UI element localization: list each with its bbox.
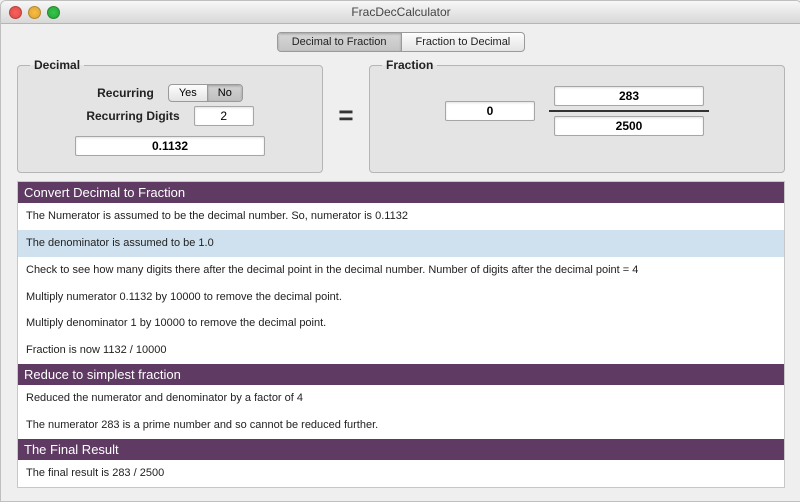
fraction-whole-input[interactable] <box>445 101 535 121</box>
mode-tabs: Decimal to Fraction Fraction to Decimal <box>17 32 785 52</box>
fraction-legend: Fraction <box>382 58 437 72</box>
tab-decimal-to-fraction[interactable]: Decimal to Fraction <box>278 33 401 51</box>
equals-column: = <box>329 58 363 173</box>
decimal-value-input[interactable] <box>75 136 265 156</box>
zoom-icon[interactable] <box>47 6 60 19</box>
recurring-digits-input[interactable] <box>194 106 254 126</box>
window-title: FracDecCalculator <box>9 5 793 19</box>
step-paragraph: The Numerator is assumed to be the decim… <box>18 203 784 230</box>
io-row: Decimal Recurring Yes No Recurring Digit… <box>17 58 785 173</box>
step-heading: Convert Decimal to Fraction <box>18 182 784 203</box>
app-window: FracDecCalculator Decimal to Fraction Fr… <box>0 0 800 502</box>
recurring-yes-button[interactable]: Yes <box>169 85 207 101</box>
fraction-panel: Fraction <box>369 58 785 173</box>
content-area: Decimal to Fraction Fraction to Decimal … <box>1 24 800 502</box>
step-paragraph: The numerator 283 is a prime number and … <box>18 412 784 439</box>
step-paragraph: Multiply denominator 1 by 10000 to remov… <box>18 310 784 337</box>
fraction-bar-icon <box>549 110 709 112</box>
decimal-panel: Decimal Recurring Yes No Recurring Digit… <box>17 58 323 173</box>
titlebar: FracDecCalculator <box>1 1 800 24</box>
equals-icon: = <box>338 100 353 131</box>
decimal-legend: Decimal <box>30 58 84 72</box>
window-controls <box>9 6 60 19</box>
step-paragraph: The denominator is assumed to be 1.0 <box>18 230 784 257</box>
recurring-digits-label: Recurring Digits <box>86 109 179 123</box>
close-icon[interactable] <box>9 6 22 19</box>
recurring-toggle: Yes No <box>168 84 243 102</box>
fraction-numerator-input[interactable] <box>554 86 704 106</box>
step-paragraph: Reduced the numerator and denominator by… <box>18 385 784 412</box>
fraction-column <box>549 86 709 136</box>
step-paragraph: Fraction is now 1132 / 10000 <box>18 337 784 364</box>
step-paragraph: Check to see how many digits there after… <box>18 257 784 284</box>
steps-panel: Convert Decimal to FractionThe Numerator… <box>17 181 785 488</box>
minimize-icon[interactable] <box>28 6 41 19</box>
fraction-denominator-input[interactable] <box>554 116 704 136</box>
step-heading: The Final Result <box>18 439 784 460</box>
recurring-no-button[interactable]: No <box>207 85 242 101</box>
step-heading: Reduce to simplest fraction <box>18 364 784 385</box>
step-paragraph: The final result is 283 / 2500 <box>18 460 784 487</box>
recurring-label: Recurring <box>97 86 154 100</box>
step-paragraph: Multiply numerator 0.1132 by 10000 to re… <box>18 284 784 311</box>
tab-fraction-to-decimal[interactable]: Fraction to Decimal <box>401 33 525 51</box>
